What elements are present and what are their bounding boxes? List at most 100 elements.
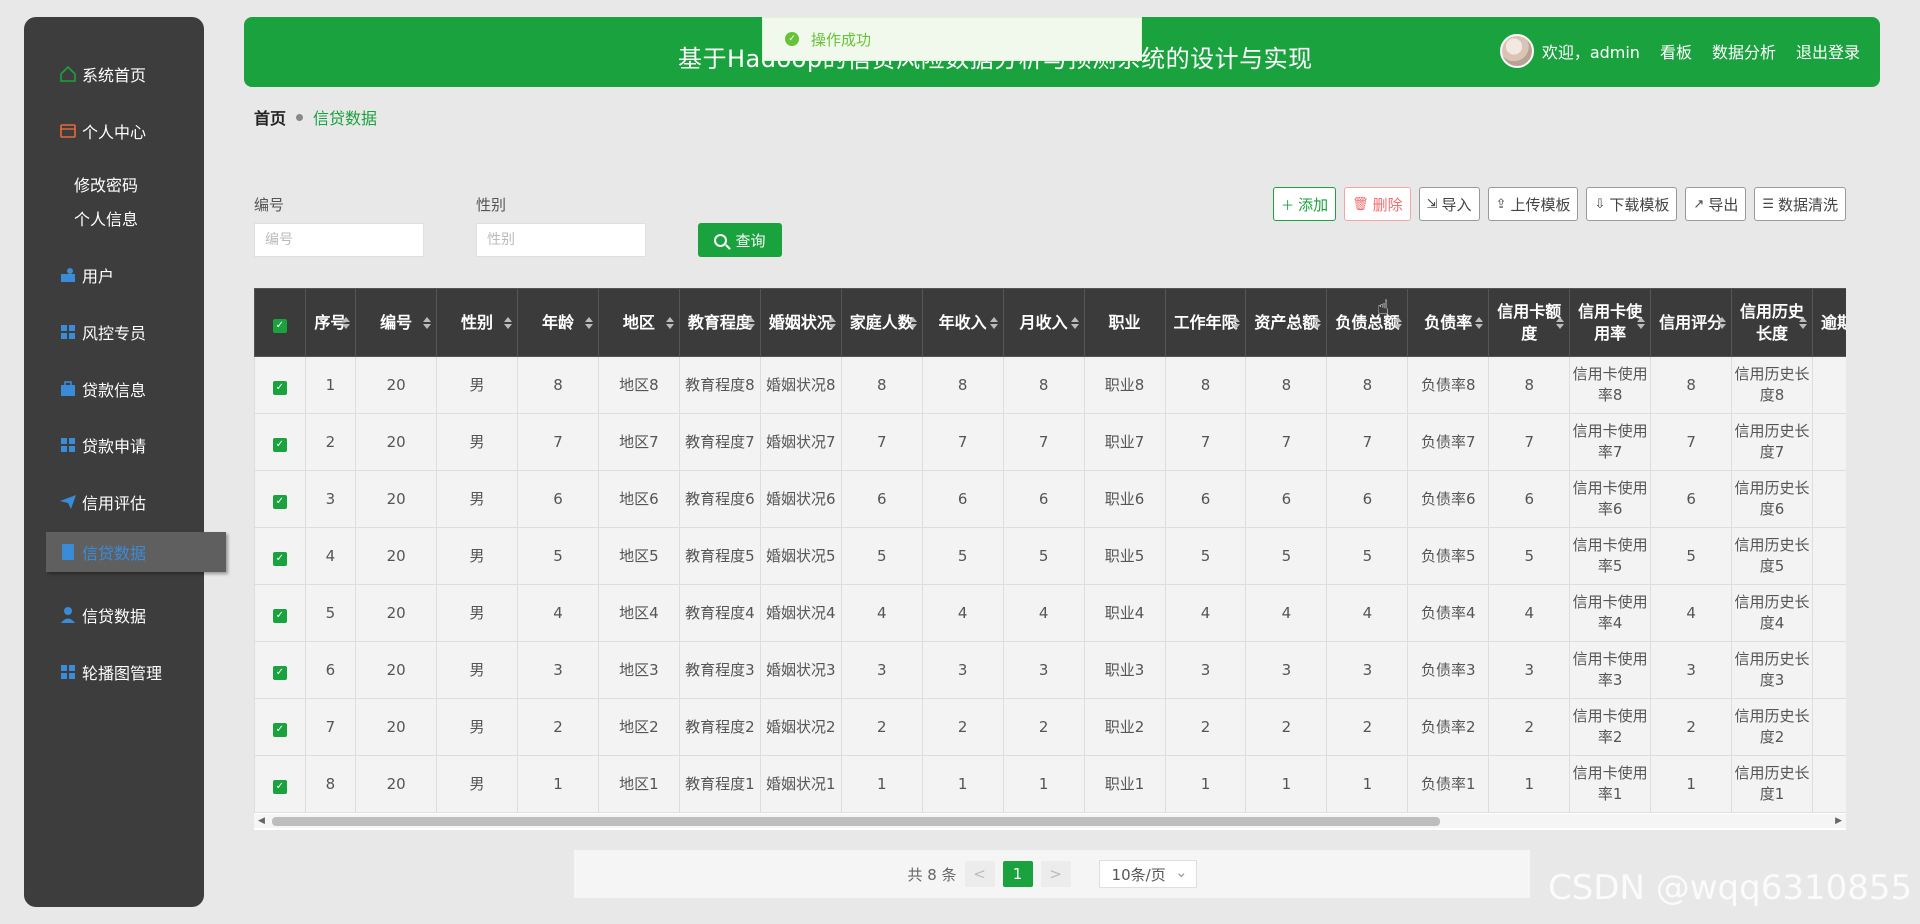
row-checkbox[interactable]: ✓ bbox=[272, 551, 287, 566]
sort-caret-icon[interactable] bbox=[1070, 316, 1079, 329]
sort-caret-icon[interactable] bbox=[1232, 316, 1241, 329]
table-row[interactable]: ✓ 8 20 男 1 地区1 教育程度1 婚姻状况1 1 1 1 职业1 1 1 1 负债率1 1 信用卡使用率1… bbox=[254, 755, 1846, 813]
sidebar-item-loan-info[interactable]: 贷款信息 bbox=[24, 369, 204, 409]
row-checkbox[interactable]: ✓ bbox=[272, 494, 287, 509]
scroll-right-icon[interactable]: ▶ bbox=[1835, 816, 1842, 826]
download-template-button[interactable]: ⇩ 下载模板 bbox=[1586, 187, 1678, 221]
query-button[interactable]: 查询 bbox=[698, 223, 782, 257]
column-header[interactable]: 婚姻状况 bbox=[759, 288, 842, 357]
column-header[interactable]: 信用卡额度 bbox=[1488, 288, 1571, 357]
prev-page-button[interactable]: < bbox=[964, 861, 995, 887]
row-select-cell[interactable]: ✓ bbox=[254, 356, 306, 414]
table-row[interactable]: ✓ 4 20 男 5 地区5 教育程度5 婚姻状况5 5 5 5 职业5 5 5 5 负债率5 5 信用卡使用率5… bbox=[254, 527, 1846, 585]
sidebar-sub-personal-info[interactable]: 个人信息 bbox=[74, 206, 138, 230]
page-size-select[interactable]: 10条/页 bbox=[1098, 860, 1197, 888]
data-clean-button[interactable]: ☰ 数据清洗 bbox=[1754, 187, 1846, 221]
column-header[interactable]: 编号 bbox=[355, 288, 438, 357]
sort-caret-icon[interactable] bbox=[827, 316, 836, 329]
sidebar-item-credit-data[interactable]: 信贷数据 bbox=[24, 595, 204, 635]
logout-link[interactable]: 退出登录 bbox=[1796, 39, 1860, 63]
page-number-current[interactable]: 1 bbox=[1002, 861, 1033, 887]
sidebar-item-credit-data-active[interactable]: 信贷数据 bbox=[46, 532, 226, 572]
table-row[interactable]: ✓ 6 20 男 3 地区3 教育程度3 婚姻状况3 3 3 3 职业3 3 3 3 负债率3 3 信用卡使用率3… bbox=[254, 641, 1846, 699]
sort-caret-icon[interactable] bbox=[504, 316, 513, 329]
sidebar-sub-change-password[interactable]: 修改密码 bbox=[74, 172, 138, 196]
column-header[interactable]: 月收入 bbox=[1002, 288, 1085, 357]
search-input-gender[interactable] bbox=[476, 223, 646, 257]
select-all-checkbox[interactable]: ✓ bbox=[272, 318, 287, 333]
export-button[interactable]: ↗ 导出 bbox=[1685, 187, 1747, 221]
column-header[interactable]: 信用历史长度 bbox=[1731, 288, 1814, 357]
column-header[interactable]: 性别 bbox=[436, 288, 519, 357]
sidebar-item-risk-officer[interactable]: 风控专员 bbox=[24, 312, 204, 352]
row-select-cell[interactable]: ✓ bbox=[254, 698, 306, 756]
sort-caret-icon[interactable] bbox=[1799, 316, 1808, 329]
upload-template-button[interactable]: ⇪ 上传模板 bbox=[1487, 187, 1579, 221]
sort-caret-icon[interactable] bbox=[746, 316, 755, 329]
column-header[interactable]: 信用评分 bbox=[1650, 288, 1733, 357]
sort-caret-icon[interactable] bbox=[342, 316, 351, 329]
row-select-cell[interactable]: ✓ bbox=[254, 413, 306, 471]
row-checkbox[interactable]: ✓ bbox=[272, 380, 287, 395]
table-cell: 信用历史长度4 bbox=[1731, 584, 1814, 642]
sidebar-item-home[interactable]: 系统首页 bbox=[24, 54, 204, 94]
table-row[interactable]: ✓ 7 20 男 2 地区2 教育程度2 婚姻状况2 2 2 2 职业2 2 2 2 负债率2 2 信用卡使用率2… bbox=[254, 698, 1846, 756]
sort-caret-icon[interactable] bbox=[1313, 316, 1322, 329]
table-row[interactable]: ✓ 2 20 男 7 地区7 教育程度7 婚姻状况7 7 7 7 职业7 7 7 7 负债率7 7 信用卡使用率7… bbox=[254, 413, 1846, 471]
breadcrumb-home[interactable]: 首页 bbox=[254, 105, 286, 129]
sidebar-item-credit-evaluation[interactable]: 信用评估 bbox=[24, 482, 204, 522]
delete-button[interactable]: 🗑 删除 bbox=[1344, 187, 1411, 221]
table-row[interactable]: ✓ 5 20 男 4 地区4 教育程度4 婚姻状况4 4 4 4 职业4 4 4 4 负债率4 4 信用卡使用率4… bbox=[254, 584, 1846, 642]
row-select-cell[interactable]: ✓ bbox=[254, 470, 306, 528]
column-header[interactable]: 年龄 bbox=[517, 288, 599, 357]
row-select-cell[interactable]: ✓ bbox=[254, 527, 306, 585]
add-button[interactable]: ＋添加 bbox=[1273, 187, 1337, 221]
column-header[interactable]: 资产总额 bbox=[1245, 288, 1328, 357]
horizontal-scrollbar[interactable]: ◀ ▶ bbox=[254, 814, 1846, 828]
column-header[interactable]: 信用卡使用率 bbox=[1569, 288, 1652, 357]
row-checkbox[interactable]: ✓ bbox=[272, 779, 287, 794]
sidebar-item-carousel[interactable]: 轮播图管理 bbox=[24, 652, 204, 692]
sidebar-item-personal-center[interactable]: 个人中心 bbox=[24, 111, 204, 151]
sort-caret-icon[interactable] bbox=[584, 316, 593, 329]
column-header[interactable]: 职业 bbox=[1083, 288, 1166, 357]
row-select-cell[interactable]: ✓ bbox=[254, 641, 306, 699]
sort-caret-icon[interactable] bbox=[1475, 316, 1484, 329]
sort-caret-icon[interactable] bbox=[1718, 316, 1727, 329]
column-header[interactable]: 逾期次数 bbox=[1812, 288, 1846, 357]
table-row[interactable]: ✓ 3 20 男 6 地区6 教育程度6 婚姻状况6 6 6 6 职业6 6 6 6 负债率6 6 信用卡使用率6… bbox=[254, 470, 1846, 528]
data-analysis-link[interactable]: 数据分析 bbox=[1712, 39, 1776, 63]
next-page-button[interactable]: > bbox=[1040, 861, 1071, 887]
table-row[interactable]: ✓ 1 20 男 8 地区8 教育程度8 婚姻状况8 8 8 8 职业8 8 8 8 负债率8 8 信用卡使用率8… bbox=[254, 356, 1846, 414]
row-checkbox[interactable]: ✓ bbox=[272, 437, 287, 452]
column-header[interactable]: 负债率 bbox=[1407, 288, 1490, 357]
row-checkbox[interactable]: ✓ bbox=[272, 722, 287, 737]
scrollbar-thumb[interactable] bbox=[272, 817, 1440, 826]
sort-caret-icon[interactable] bbox=[665, 316, 674, 329]
select-all-cell[interactable]: ✓ bbox=[254, 288, 306, 357]
sort-caret-icon[interactable] bbox=[1394, 316, 1403, 329]
sort-caret-icon[interactable] bbox=[908, 316, 917, 329]
avatar[interactable] bbox=[1499, 34, 1534, 68]
dashboard-link[interactable]: 看板 bbox=[1660, 39, 1692, 63]
sidebar-item-loan-application[interactable]: 贷款申请 bbox=[24, 425, 204, 465]
row-checkbox[interactable]: ✓ bbox=[272, 665, 287, 680]
search-input-id[interactable] bbox=[254, 223, 424, 257]
column-header[interactable]: 工作年限 bbox=[1164, 288, 1247, 357]
sort-caret-icon[interactable] bbox=[423, 316, 432, 329]
sort-caret-icon[interactable] bbox=[1637, 316, 1646, 329]
column-header[interactable]: 地区 bbox=[597, 288, 680, 357]
column-header[interactable]: 教育程度 bbox=[678, 288, 761, 357]
column-header[interactable]: 序号 bbox=[304, 288, 357, 357]
sidebar-item-users[interactable]: 用户 bbox=[24, 255, 204, 295]
sort-caret-icon[interactable] bbox=[989, 316, 998, 329]
column-header[interactable]: 家庭人数 bbox=[840, 288, 923, 357]
sort-caret-icon[interactable] bbox=[1556, 316, 1565, 329]
row-checkbox[interactable]: ✓ bbox=[272, 608, 287, 623]
row-select-cell[interactable]: ✓ bbox=[254, 755, 306, 813]
row-select-cell[interactable]: ✓ bbox=[254, 584, 306, 642]
column-header[interactable]: 年收入 bbox=[921, 288, 1004, 357]
import-button[interactable]: ⇲ 导入 bbox=[1418, 187, 1480, 221]
column-header[interactable]: 负债总额 bbox=[1326, 288, 1409, 357]
scroll-left-icon[interactable]: ◀ bbox=[258, 816, 265, 826]
